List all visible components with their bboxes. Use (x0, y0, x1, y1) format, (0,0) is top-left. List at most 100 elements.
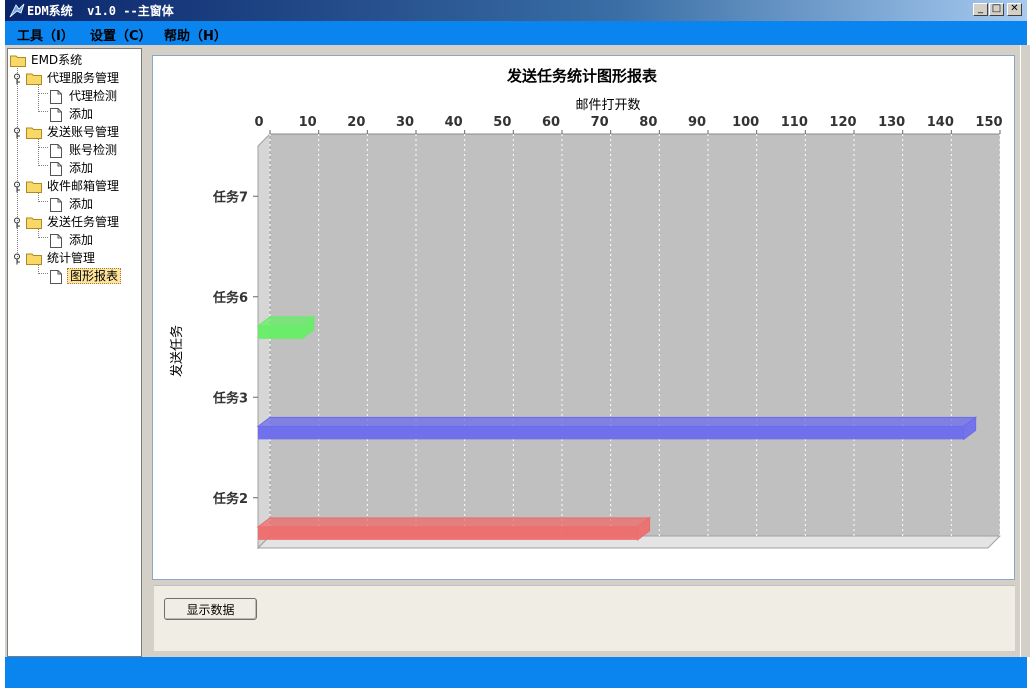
folder-icon (10, 55, 26, 67)
y-category-label: 任务3 (212, 390, 248, 406)
tree-connector (38, 111, 48, 112)
tree-group-label: 收件邮箱管理 (47, 179, 120, 193)
tree-item-label: 添加 (69, 197, 94, 211)
tree-item-proxy-add[interactable]: 添加 (50, 106, 95, 122)
y-axis-label: 发送任务 (169, 325, 185, 377)
tree-connector (38, 147, 48, 148)
tree-item-account-add[interactable]: 添加 (50, 160, 95, 176)
x-tick-label: 90 (688, 115, 706, 130)
right-edge-strip (1020, 45, 1030, 657)
document-icon (50, 233, 62, 248)
x-tick-label: 50 (493, 115, 511, 130)
x-tick-label: 150 (975, 115, 1002, 130)
tree-item-label: 添加 (69, 233, 94, 247)
x-tick-label: 80 (639, 115, 657, 130)
bar-top-face (256, 416, 978, 427)
tree-root[interactable]: EMD系统 (10, 52, 84, 68)
x-tick-label: 120 (829, 115, 856, 130)
x-tick-label: 100 (732, 115, 759, 130)
tree-item-label: 添加 (69, 107, 94, 121)
document-icon (50, 89, 62, 104)
tree-group-proxy[interactable]: 代理服务管理 (12, 70, 121, 86)
x-tick-label: 70 (591, 115, 609, 130)
tree-item-task-add[interactable]: 添加 (50, 232, 95, 248)
tree-group-account[interactable]: 发送账号管理 (12, 124, 121, 140)
bar (258, 426, 964, 440)
y-category-label: 任务6 (212, 290, 248, 306)
bar (258, 325, 302, 339)
title-bar[interactable]: EDM系统 v1.0 --主窗体 _ □ ✕ (5, 0, 1027, 21)
expand-key-icon (14, 127, 20, 138)
tree-connector (38, 83, 39, 110)
tree-group-inbox[interactable]: 收件邮箱管理 (12, 178, 121, 194)
tree-item-label: 账号检测 (69, 143, 118, 157)
document-icon (50, 107, 62, 122)
tree-connector (38, 237, 48, 238)
tree-connector (17, 65, 18, 261)
x-tick-label: 10 (299, 115, 317, 130)
folder-icon (26, 217, 42, 229)
expand-key-icon (14, 217, 20, 228)
tree-connector (38, 165, 48, 166)
y-category-label: 任务7 (212, 189, 248, 205)
bar-top-face (256, 517, 652, 528)
tree-item-account-check[interactable]: 账号检测 (50, 142, 119, 158)
plot-left-wall (257, 132, 271, 550)
navigation-tree: EMD系统 代理服务管理 代理检测 添加 发送账号管理 账号检测 添加 收件邮箱… (7, 48, 142, 657)
close-icon: ✕ (1010, 3, 1019, 14)
chart-container: 发送任务统计图形报表 邮件打开数 发送任务 0 10 20 30 40 50 60 70 80 9… (152, 55, 1015, 580)
x-tick-label: 110 (781, 115, 808, 130)
expand-key-icon (14, 73, 20, 84)
expand-key-icon (14, 181, 20, 192)
tree-item-graph-report[interactable]: 图形报表 (50, 268, 122, 284)
menu-tools[interactable]: 工具（I） (17, 25, 74, 44)
folder-icon (26, 181, 42, 193)
tree-item-label: 添加 (69, 161, 94, 175)
expand-key-icon (14, 253, 20, 264)
document-icon (50, 197, 62, 212)
plot-back-wall (270, 134, 1000, 536)
x-tick-label: 60 (542, 115, 560, 130)
tree-connector (38, 93, 48, 94)
minimize-button[interactable]: _ (973, 3, 988, 16)
action-area: 显示数据 (154, 585, 1015, 651)
show-data-button[interactable]: 显示数据 (164, 598, 257, 620)
maximize-icon: □ (991, 3, 1002, 14)
plot-area (256, 132, 1002, 550)
tree-connector (38, 273, 48, 274)
tree-item-inbox-add[interactable]: 添加 (50, 196, 95, 212)
x-axis-label: 邮件打开数 (575, 98, 640, 113)
tree-group-stats[interactable]: 统计管理 (12, 250, 97, 266)
menu-help[interactable]: 帮助（H） (164, 25, 227, 44)
tree-group-label: 发送任务管理 (47, 215, 120, 229)
main-window: EDM系统 v1.0 --主窗体 _ □ ✕ 工具（I） 设置（C） 帮助（H）… (5, 0, 1027, 688)
close-button[interactable]: ✕ (1007, 3, 1022, 16)
x-tick-label: 20 (347, 115, 365, 130)
document-icon (50, 143, 62, 158)
bar (258, 526, 638, 540)
tree-item-label: 图形报表 (67, 268, 122, 284)
folder-icon (26, 127, 42, 139)
bar-chart: 发送任务统计图形报表 邮件打开数 发送任务 0 10 20 30 40 50 60 70 80 9… (169, 67, 1003, 550)
maximize-button[interactable]: □ (989, 3, 1004, 16)
document-icon (50, 161, 62, 176)
tree-item-label: 代理检测 (69, 89, 118, 103)
x-tick-label: 0 (254, 115, 263, 130)
tree-item-proxy-check[interactable]: 代理检测 (50, 88, 119, 104)
tree-connector (38, 201, 48, 202)
x-tick-label: 30 (396, 115, 414, 130)
tree-group-label: 发送账号管理 (47, 125, 120, 139)
folder-icon (26, 253, 42, 265)
tree-connector (38, 137, 39, 164)
menu-bar: 工具（I） 设置（C） 帮助（H） (5, 21, 1027, 45)
minimize-icon: _ (978, 3, 983, 14)
x-tick-label: 40 (445, 115, 463, 130)
tree-group-task[interactable]: 发送任务管理 (12, 214, 121, 230)
x-tick-label: 140 (927, 115, 954, 130)
folder-icon (26, 73, 42, 85)
chart-title: 发送任务统计图形报表 (506, 67, 658, 85)
y-category-label: 任务2 (212, 491, 248, 507)
menu-settings[interactable]: 设置（C） (90, 25, 152, 44)
content-panel: 发送任务统计图形报表 邮件打开数 发送任务 0 10 20 30 40 50 60 70 80 9… (145, 48, 1025, 657)
tree-root-label: EMD系统 (31, 53, 83, 67)
